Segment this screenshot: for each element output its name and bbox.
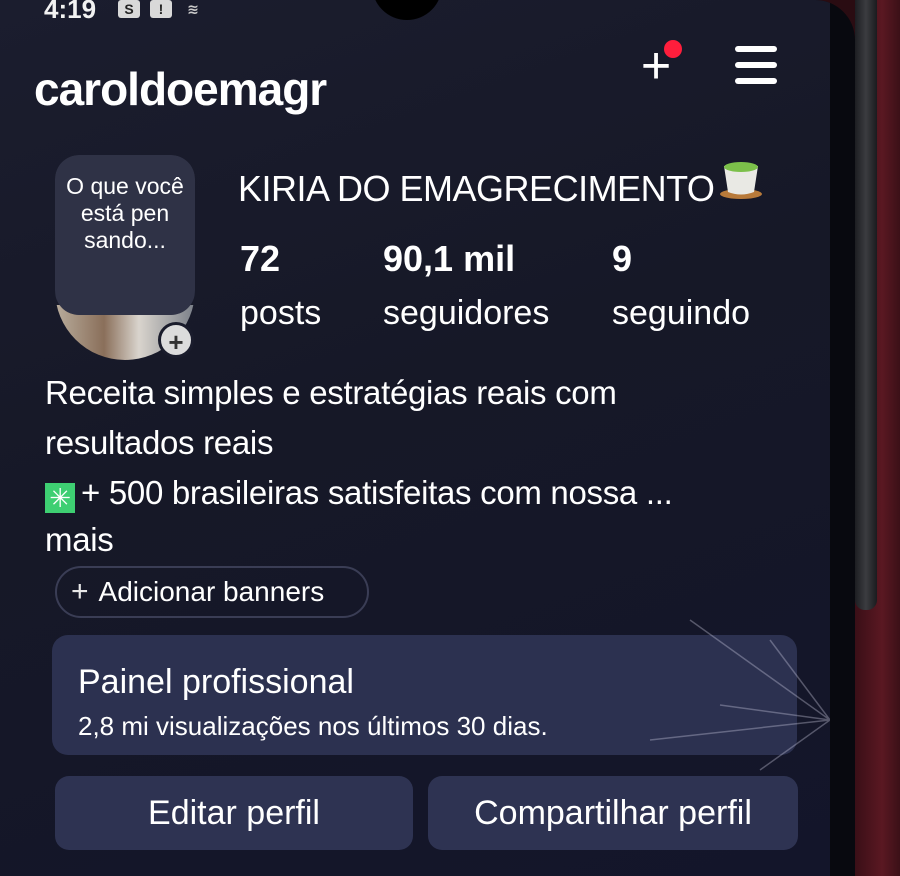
- tea-cup-icon: [720, 162, 762, 199]
- add-banners-label: Adicionar banners: [98, 576, 325, 607]
- hamburger-menu-icon: [735, 46, 777, 52]
- sparkle-icon: ✳: [45, 483, 75, 513]
- notification-dot: [664, 40, 682, 58]
- professional-dashboard-card[interactable]: Painel profissional 2,8 mi visualizações…: [52, 635, 797, 755]
- posts-label: posts: [240, 294, 322, 332]
- signal-icon: ≋: [187, 1, 199, 17]
- create-button[interactable]: +: [632, 40, 682, 92]
- dashboard-subtitle: 2,8 mi visualizações nos últimos 30 dias…: [78, 711, 548, 741]
- add-banners-button[interactable]: + Adicionar banners: [55, 566, 369, 618]
- profile-username[interactable]: caroldoemagr: [34, 62, 327, 116]
- s-app-icon: S: [118, 0, 140, 18]
- edit-profile-button[interactable]: Editar perfil: [55, 776, 413, 850]
- notification-icon: !: [150, 0, 172, 18]
- add-story-icon[interactable]: +: [158, 322, 194, 358]
- instagram-profile-screen: 4:19 S ! ≋ caroldoemagr + O que você est…: [0, 0, 830, 876]
- display-name: KIRIA DO EMAGRECIMENTO: [238, 168, 715, 209]
- plus-icon: +: [71, 575, 89, 608]
- following-label: seguindo: [612, 294, 751, 332]
- share-profile-button[interactable]: Compartilhar perfil: [428, 776, 798, 850]
- note-bubble[interactable]: O que você está pen sando...: [55, 155, 195, 315]
- menu-button[interactable]: [735, 44, 777, 86]
- followers-label: seguidores: [383, 294, 550, 332]
- profile-bio: Receita simples e estratégias reais com …: [45, 368, 805, 562]
- status-time: 4:19: [44, 0, 97, 24]
- bio-line-2: ✳ + 500 brasileiras satisfeitas com nossa…: [45, 468, 805, 518]
- phone-side-button: [855, 0, 877, 610]
- dashboard-title: Painel profissional: [78, 663, 354, 701]
- followers-count: 90,1 mil: [383, 238, 516, 279]
- bio-more-link[interactable]: mais: [45, 518, 805, 562]
- camera-notch: [372, 0, 442, 20]
- posts-count: 72: [240, 238, 281, 279]
- following-count: 9: [612, 238, 633, 279]
- bio-line-1: Receita simples e estratégias reais com …: [45, 374, 617, 461]
- phone-frame: 4:19 S ! ≋ caroldoemagr + O que você est…: [0, 0, 855, 876]
